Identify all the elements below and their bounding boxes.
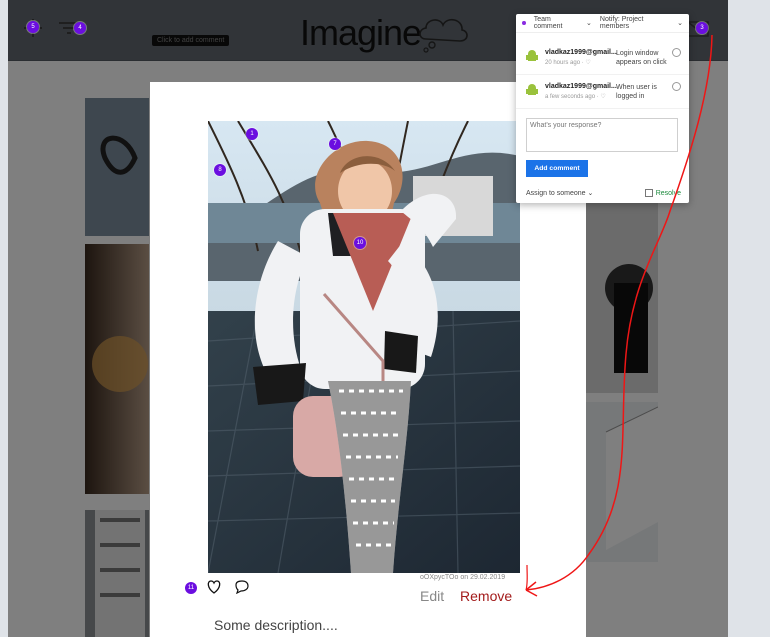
comment-text: When user is logged in [616, 84, 657, 100]
comment-time: 20 hours ago · ♡ [545, 60, 591, 66]
notify-label[interactable]: Notify: Project members [600, 16, 669, 30]
app-window: Imagine Click to add comment 5 [8, 0, 728, 637]
response-input[interactable] [526, 118, 678, 152]
add-comment-button[interactable]: Add comment [526, 160, 588, 177]
checkbox-icon [644, 189, 653, 197]
team-dot-icon [522, 21, 526, 25]
comment-panel: Team comment ⌄ Notify: Project members ⌄… [516, 14, 689, 203]
remove-link[interactable]: Remove [460, 588, 512, 604]
marker-4: 4 [74, 22, 86, 34]
comment-item: vladkaz1999@gmail... Login window appear… [516, 41, 689, 75]
comment-panel-header: Team comment ⌄ Notify: Project members ⌄ [516, 14, 689, 33]
marker-7: 7 [329, 138, 341, 150]
comment-user: vladkaz1999@gmail... [545, 83, 617, 90]
resolve-checkbox[interactable]: Resolve [644, 189, 681, 197]
edit-link[interactable]: Edit [420, 588, 444, 604]
marker-3: 3 [696, 22, 708, 34]
comment-panel-footer: Assign to someone ⌄ Resolve [526, 189, 681, 197]
marker-11: 11 [185, 582, 197, 594]
comment-icon[interactable] [234, 580, 250, 594]
chevron-down-icon: ⌄ [677, 20, 683, 27]
marker-8: 8 [214, 164, 226, 176]
android-avatar-icon [526, 84, 538, 95]
assign-dropdown[interactable]: Assign to someone ⌄ [526, 189, 593, 197]
marker-1: 1 [246, 128, 258, 140]
comment-time: a few seconds ago · ♡ [545, 94, 606, 100]
comment-user: vladkaz1999@gmail... [545, 49, 617, 56]
like-icon[interactable] [206, 580, 222, 594]
comment-item: vladkaz1999@gmail... When user is logged… [516, 75, 689, 109]
post-meta: oOXpycTOo on 29.02.2019 [420, 574, 506, 581]
chevron-down-icon: ⌄ [586, 20, 592, 27]
post-description: Some description.... [214, 617, 338, 633]
post-icons [206, 580, 250, 594]
post-actions: Edit Remove [420, 588, 512, 604]
gear-icon[interactable] [672, 82, 681, 91]
marker-5: 5 [27, 21, 39, 33]
comment-text: Login window appears on click [616, 50, 667, 66]
marker-10: 10 [354, 237, 366, 249]
gear-icon[interactable] [672, 48, 681, 57]
team-comment-label[interactable]: Team comment [534, 16, 578, 30]
android-avatar-icon [526, 50, 538, 61]
post-image[interactable]: 1 7 8 10 [208, 121, 520, 573]
